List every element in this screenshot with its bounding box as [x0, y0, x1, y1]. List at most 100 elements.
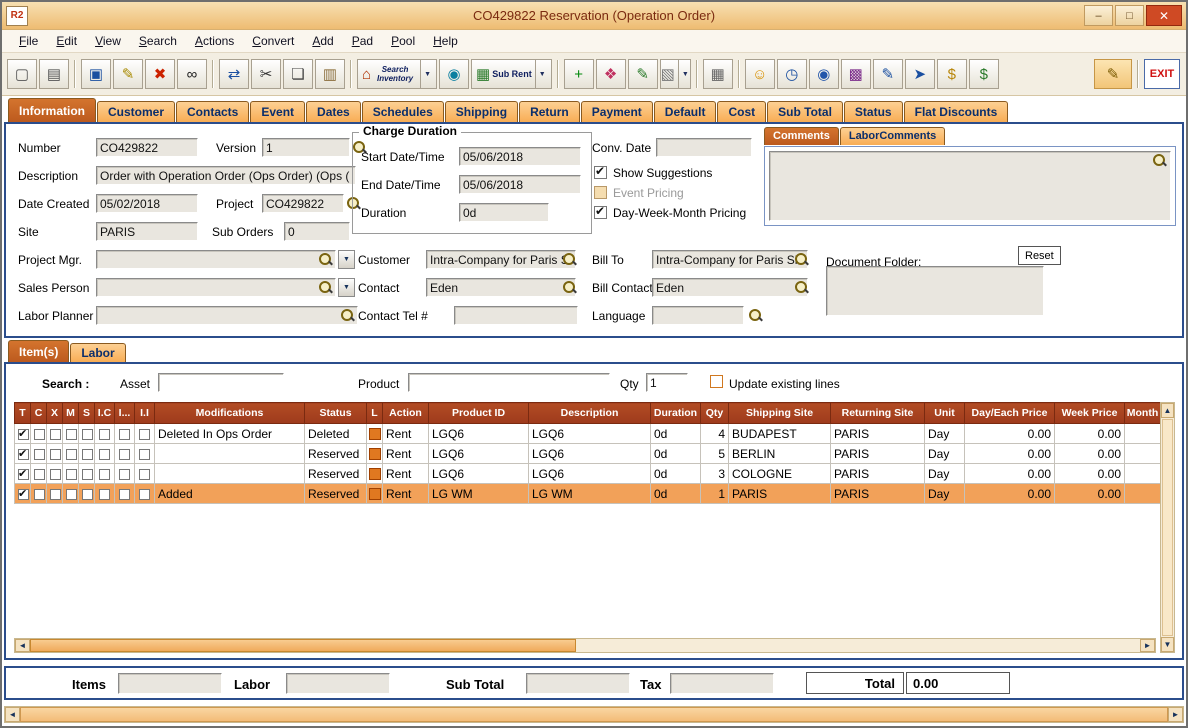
items-hscrollbar[interactable]: ◄ ►: [14, 638, 1156, 653]
col-header-modifications[interactable]: Modifications: [155, 403, 305, 424]
bill-contact-lookup-icon[interactable]: [794, 280, 809, 295]
chart-icon[interactable]: $: [969, 59, 999, 89]
start-date-field[interactable]: [459, 147, 581, 166]
duration-field[interactable]: [459, 203, 549, 222]
scroll-right-icon[interactable]: ►: [1140, 639, 1155, 652]
table-row[interactable]: ReservedRentLGQ6LGQ60d5BERLINPARISDay0.0…: [15, 444, 1161, 464]
project-field[interactable]: [262, 194, 344, 213]
money-icon[interactable]: $: [937, 59, 967, 89]
tab-laborcomments[interactable]: LaborComments: [840, 127, 945, 145]
tab-dates[interactable]: Dates: [306, 101, 361, 122]
row-checkbox[interactable]: [66, 429, 77, 440]
tab-customer[interactable]: Customer: [97, 101, 175, 122]
col-header-unit[interactable]: Unit: [925, 403, 965, 424]
save-icon[interactable]: ▣: [81, 59, 111, 89]
project-mgr-dropdown[interactable]: ▼: [338, 250, 355, 269]
col-header-i-i[interactable]: I.I: [135, 403, 155, 424]
row-checkbox[interactable]: [82, 489, 93, 500]
col-header-t[interactable]: T: [15, 403, 31, 424]
row-checkbox[interactable]: [119, 469, 130, 480]
tab-shipping[interactable]: Shipping: [445, 101, 518, 122]
bill-to-lookup-icon[interactable]: [794, 252, 809, 267]
row-checkbox[interactable]: [18, 429, 29, 440]
contact-field[interactable]: [426, 278, 576, 297]
dropdown-icon[interactable]: ▼: [420, 60, 432, 88]
machine-icon[interactable]: ▦: [703, 59, 733, 89]
hscroll-thumb[interactable]: [30, 639, 576, 652]
row-checkbox[interactable]: [139, 469, 150, 480]
col-header-x[interactable]: X: [47, 403, 63, 424]
row-checkbox[interactable]: [50, 429, 61, 440]
col-header-i[interactable]: I...: [115, 403, 135, 424]
menu-help[interactable]: Help: [424, 32, 467, 50]
row-checkbox[interactable]: [50, 449, 61, 460]
language-field[interactable]: [652, 306, 744, 325]
col-header-returning-site[interactable]: Returning Site: [831, 403, 925, 424]
row-checkbox[interactable]: [82, 469, 93, 480]
site-field[interactable]: [96, 222, 198, 241]
edit-icon[interactable]: ✎: [113, 59, 143, 89]
find-icon[interactable]: ∞: [177, 59, 207, 89]
tab-item-s[interactable]: Item(s): [8, 340, 69, 362]
menu-add[interactable]: Add: [303, 32, 342, 50]
cut-icon[interactable]: ✂: [251, 59, 281, 89]
row-checkbox[interactable]: [139, 489, 150, 500]
row-checkbox[interactable]: [99, 469, 110, 480]
tab-default[interactable]: Default: [654, 101, 717, 122]
items-vscrollbar[interactable]: ▲ ▼: [1160, 402, 1175, 653]
bill-contact-field[interactable]: [652, 278, 808, 297]
customer-lookup-icon[interactable]: [562, 252, 577, 267]
row-checkbox[interactable]: [34, 489, 45, 500]
comments-lookup-icon[interactable]: [1152, 153, 1167, 168]
comments-text-area[interactable]: [769, 151, 1171, 221]
col-header-description[interactable]: Description: [529, 403, 651, 424]
col-header-l[interactable]: L: [367, 403, 383, 424]
bottom-scroll-right-icon[interactable]: ►: [1168, 707, 1183, 722]
col-header-qty[interactable]: Qty: [701, 403, 729, 424]
row-checkbox[interactable]: [119, 489, 130, 500]
row-checkbox[interactable]: [18, 449, 29, 460]
row-checkbox[interactable]: [99, 489, 110, 500]
col-header-i-c[interactable]: I.C: [95, 403, 115, 424]
contact-lookup-icon[interactable]: [562, 280, 577, 295]
dropdown-icon[interactable]: ▼: [535, 60, 547, 88]
row-checkbox[interactable]: [34, 429, 45, 440]
tab-payment[interactable]: Payment: [581, 101, 653, 122]
project-mgr-field[interactable]: [96, 250, 336, 269]
sales-person-field[interactable]: [96, 278, 336, 297]
print-icon[interactable]: ▤: [39, 59, 69, 89]
day-week-month-checkbox[interactable]: [594, 206, 607, 219]
end-date-field[interactable]: [459, 175, 581, 194]
menu-pool[interactable]: Pool: [382, 32, 424, 50]
paste-icon[interactable]: ▥: [315, 59, 345, 89]
row-checkbox[interactable]: [34, 449, 45, 460]
menu-convert[interactable]: Convert: [243, 32, 303, 50]
row-checkbox[interactable]: [50, 469, 61, 480]
tab-labor[interactable]: Labor: [70, 343, 125, 362]
tab-event[interactable]: Event: [250, 101, 305, 122]
menu-file[interactable]: File: [10, 32, 47, 50]
disc-icon[interactable]: ◉: [809, 59, 839, 89]
wand-button[interactable]: ✎: [1094, 59, 1132, 89]
menu-search[interactable]: Search: [130, 32, 186, 50]
hscroll-track[interactable]: [576, 639, 1140, 652]
col-header-shipping-site[interactable]: Shipping Site: [729, 403, 831, 424]
sub-rent-button[interactable]: ▦Sub Rent▼: [471, 59, 552, 89]
group-icon[interactable]: ❖: [596, 59, 626, 89]
memo-icon[interactable]: ✎: [628, 59, 658, 89]
qty-input[interactable]: [646, 373, 688, 392]
bottom-scrollbar[interactable]: ◄ ►: [4, 706, 1184, 723]
menu-actions[interactable]: Actions: [186, 32, 243, 50]
col-header-m[interactable]: M: [63, 403, 79, 424]
tab-contacts[interactable]: Contacts: [176, 101, 249, 122]
row-checkbox[interactable]: [18, 469, 29, 480]
clock-icon[interactable]: ◷: [777, 59, 807, 89]
date-created-field[interactable]: [96, 194, 198, 213]
row-checkbox[interactable]: [82, 429, 93, 440]
table-row[interactable]: ReservedRentLGQ6LGQ60d3COLOGNEPARISDay0.…: [15, 464, 1161, 484]
close-button[interactable]: ✕: [1146, 5, 1182, 26]
cards-icon[interactable]: ▧▼: [660, 59, 691, 89]
labor-planner-lookup-icon[interactable]: [340, 308, 355, 323]
document-folder-box[interactable]: [826, 266, 1044, 316]
row-checkbox[interactable]: [34, 469, 45, 480]
